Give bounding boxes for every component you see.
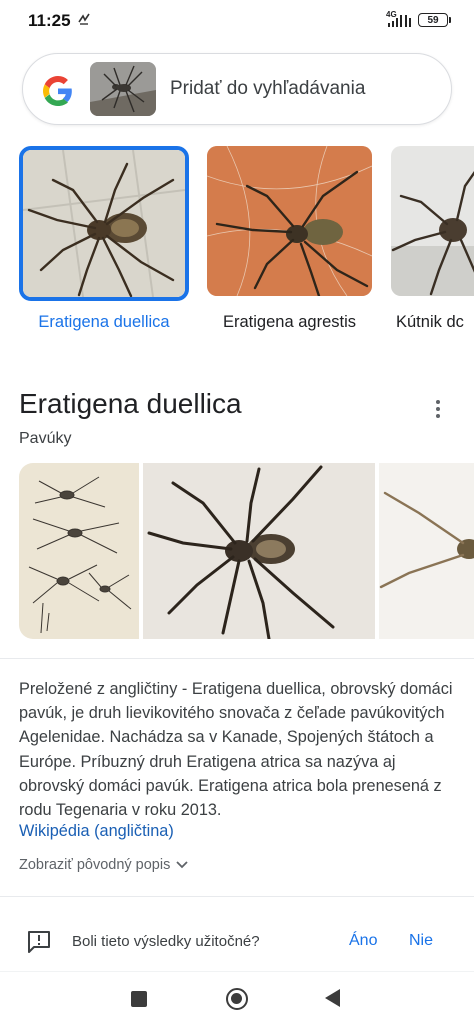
visual-match-image bbox=[207, 146, 372, 296]
knowledge-panel-title: Eratigena duellica bbox=[19, 388, 242, 419]
image-gallery bbox=[19, 463, 474, 639]
knowledge-panel-subtitle: Pavúky bbox=[19, 430, 72, 447]
system-navigation-bar bbox=[0, 975, 474, 1027]
show-original-label: Zobraziť pôvodný popis bbox=[19, 857, 171, 873]
visual-match-label: Eratigena duellica bbox=[38, 313, 170, 331]
battery-icon: 59 bbox=[418, 13, 451, 27]
add-to-search-label: Pridať do vyhľadávania bbox=[170, 78, 366, 99]
visual-match-image bbox=[19, 146, 189, 301]
feedback-question: Boli tieto výsledky užitočné? bbox=[72, 933, 260, 950]
feedback-bar: Boli tieto výsledky užitočné? Áno Nie bbox=[0, 915, 474, 971]
back-icon[interactable] bbox=[325, 989, 340, 1007]
status-bar: 11:25 4G 59 bbox=[0, 0, 474, 40]
nav-divider bbox=[0, 971, 474, 972]
gallery-image[interactable] bbox=[143, 463, 375, 639]
notification-icon bbox=[77, 12, 91, 31]
show-original-description-button[interactable]: Zobraziť pôvodný popis bbox=[19, 857, 188, 873]
recent-apps-icon[interactable] bbox=[131, 991, 147, 1007]
visual-matches-row: Eratigena duellica Eratigena agrestis Kú… bbox=[0, 146, 474, 346]
gallery-image[interactable] bbox=[379, 463, 474, 639]
search-image-thumbnail[interactable] bbox=[90, 62, 156, 116]
visual-match-label: Kútnik dc bbox=[396, 313, 464, 331]
visual-match-card[interactable]: Kútnik dc bbox=[391, 146, 474, 331]
search-bar[interactable]: Pridať do vyhľadávania bbox=[22, 53, 452, 125]
google-logo-icon bbox=[43, 76, 73, 106]
visual-match-card[interactable]: Eratigena duellica bbox=[19, 146, 189, 331]
visual-match-image bbox=[391, 146, 474, 296]
status-time: 11:25 bbox=[28, 11, 71, 30]
feedback-no-button[interactable]: Nie bbox=[409, 932, 433, 950]
home-icon[interactable] bbox=[226, 988, 248, 1010]
section-divider bbox=[0, 658, 474, 659]
visual-match-card[interactable]: Eratigena agrestis bbox=[207, 146, 377, 331]
chevron-down-icon bbox=[176, 857, 188, 873]
signal-icon: 4G bbox=[386, 10, 412, 28]
visual-match-label: Eratigena agrestis bbox=[223, 313, 356, 331]
gallery-image[interactable] bbox=[19, 463, 139, 639]
feedback-icon bbox=[26, 929, 52, 955]
feedback-yes-button[interactable]: Áno bbox=[349, 932, 377, 950]
battery-level: 59 bbox=[427, 14, 439, 26]
entity-description: Preložené z angličtiny - Eratigena duell… bbox=[19, 680, 453, 820]
wikipedia-source-link[interactable]: Wikipédia (angličtina) bbox=[19, 822, 174, 841]
section-divider bbox=[0, 896, 474, 897]
more-options-icon[interactable] bbox=[426, 397, 450, 421]
